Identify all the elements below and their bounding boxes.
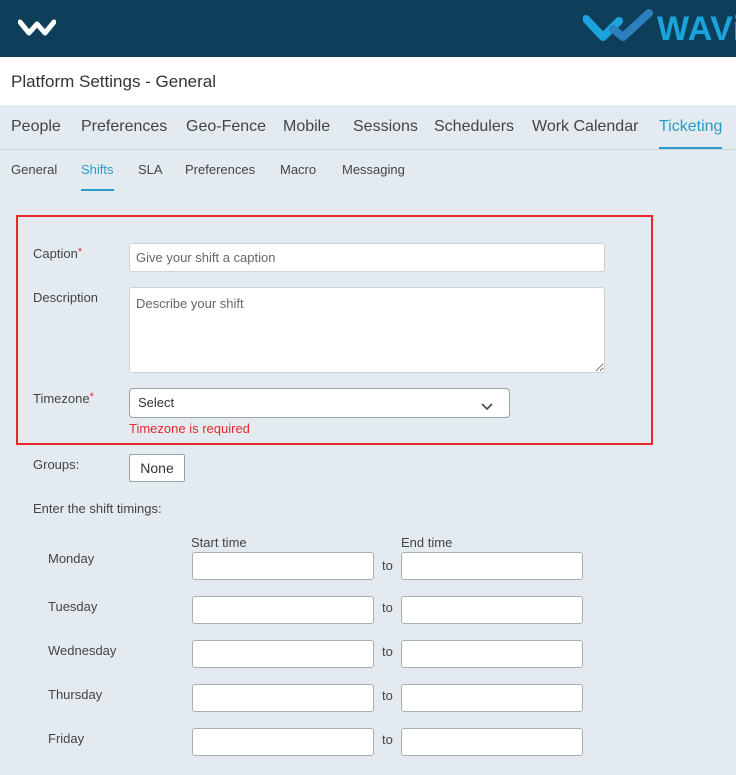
caption-input[interactable] [129,243,605,272]
day-label-wednesday: Wednesday [48,643,117,658]
wavi-logo-small-icon[interactable] [17,16,57,43]
thursday-start-time-input[interactable] [192,684,374,712]
day-label-thursday: Thursday [48,687,103,702]
caption-label: Caption* [33,246,82,261]
shift-timings-heading: Enter the shift timings: [33,501,162,516]
subtab-messaging[interactable]: Messaging [342,162,405,177]
description-label: Description [33,290,99,305]
tab-people[interactable]: People [11,118,61,136]
chevron-down-icon [481,398,493,416]
tab-schedulers[interactable]: Schedulers [434,118,514,136]
tuesday-start-time-input[interactable] [192,596,374,624]
day-label-friday: Friday [48,731,85,746]
friday-end-time-input[interactable] [401,728,583,756]
tuesday-end-time-input[interactable] [401,596,583,624]
friday-start-time-input[interactable] [192,728,374,756]
tab-ticketing[interactable]: Ticketing [659,118,723,149]
subtab-shifts[interactable]: Shifts [81,162,114,191]
timezone-label-text: Timezone [33,391,90,406]
subtab-macro[interactable]: Macro [280,162,316,177]
brand-logo: WAVi [582,9,736,48]
page-title: Platform Settings - General [11,72,217,91]
top-header-bar: WAVi [0,0,736,57]
subtab-sla[interactable]: SLA [138,162,163,177]
subtab-preferences[interactable]: Preferences [185,162,255,177]
tab-sessions[interactable]: Sessions [353,118,418,136]
tab-geo-fence[interactable]: Geo-Fence [186,118,266,136]
day-label-tuesday: Tuesday [48,599,98,614]
day-label-monday: Monday [48,551,95,566]
description-textarea[interactable] [129,287,605,373]
tab-mobile[interactable]: Mobile [283,118,330,136]
caption-label-text: Caption [33,246,78,261]
monday-start-time-input[interactable] [192,552,374,580]
settings-tabs: People Preferences Geo-Fence Mobile Sess… [0,105,736,150]
groups-button[interactable]: None [129,454,185,482]
start-time-header: Start time [191,535,247,550]
timezone-select[interactable]: Select [129,388,510,418]
to-separator: to [382,688,393,703]
to-separator: to [382,600,393,615]
required-mark: * [89,391,94,403]
required-mark: * [77,246,83,258]
to-separator: to [382,558,393,573]
end-time-header: End time [401,535,453,550]
thursday-end-time-input[interactable] [401,684,583,712]
wavi-logo-icon [582,9,653,48]
to-separator: to [382,732,393,747]
wednesday-end-time-input[interactable] [401,640,583,668]
to-separator: to [382,644,393,659]
monday-end-time-input[interactable] [401,552,583,580]
tab-work-calendar[interactable]: Work Calendar [532,118,638,136]
subtab-general[interactable]: General [11,162,57,177]
wednesday-start-time-input[interactable] [192,640,374,668]
groups-label: Groups: [33,457,80,472]
timezone-error: Timezone is required [129,421,250,436]
tab-preferences[interactable]: Preferences [81,118,167,136]
page-title-bar: Platform Settings - General [0,57,736,105]
timezone-selected-value: Select [138,395,175,410]
timezone-label: Timezone* [33,391,94,406]
ticketing-subtabs: General Shifts SLA Preferences Macro Mes… [0,150,736,195]
brand-name: WAVi [657,9,736,48]
